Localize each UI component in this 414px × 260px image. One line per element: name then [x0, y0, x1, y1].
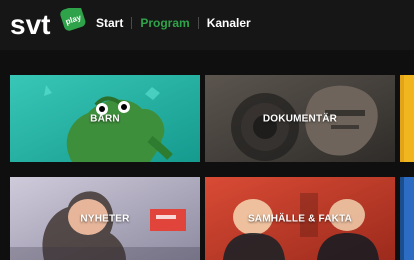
category-label-barn: BARN [90, 113, 120, 124]
svg-text:svt: svt [10, 9, 50, 40]
nav-separator [197, 17, 199, 29]
nav-kanaler[interactable]: Kanaler [207, 16, 251, 30]
category-grid: BARN DOKUMENTÄR NYHETER SAMHÄLLE & FAKTA [0, 75, 414, 260]
partial-tile-2-image [400, 177, 414, 260]
nav-program[interactable]: Program [140, 16, 189, 30]
category-label-samhalle-fakta: SAMHÄLLE & FAKTA [247, 213, 353, 224]
app-root: svt play Start Program Kanaler BARN DOKU… [0, 0, 414, 260]
main-nav: Start Program Kanaler [96, 16, 251, 30]
nav-start[interactable]: Start [96, 16, 123, 30]
svt-play-logo-icon: svt play [10, 8, 86, 40]
category-label-dokumentar: DOKUMENTÄR [262, 113, 338, 124]
partial-tile-image [400, 75, 414, 162]
category-tile-nyheter[interactable]: NYHETER [10, 177, 200, 260]
category-tile-barn[interactable]: BARN [10, 75, 200, 162]
category-tile-dokumentar[interactable]: DOKUMENTÄR [205, 75, 395, 162]
category-label-nyheter: NYHETER [80, 213, 130, 224]
nav-separator [131, 17, 133, 29]
category-tile-samhalle-fakta[interactable]: SAMHÄLLE & FAKTA [205, 177, 395, 260]
top-navigation-bar: svt play Start Program Kanaler [0, 0, 414, 50]
category-tile-partial-2[interactable] [400, 177, 414, 260]
svt-play-logo[interactable]: svt play [10, 8, 90, 44]
category-tile-partial[interactable] [400, 75, 414, 162]
